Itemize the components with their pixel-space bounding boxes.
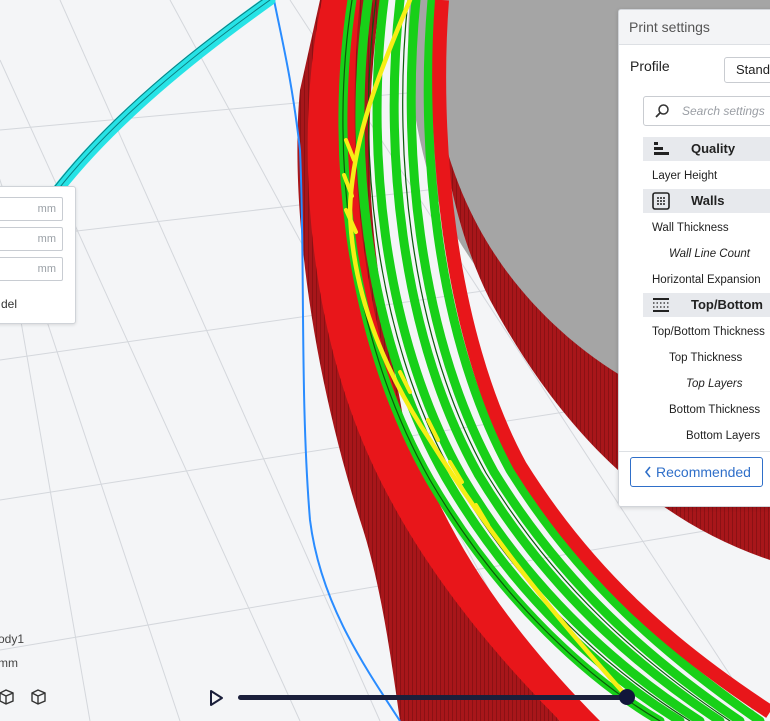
setting-top-layers[interactable]: Top Layers [643, 371, 770, 397]
cube-icon[interactable] [28, 686, 48, 706]
layer-slider-track[interactable] [238, 695, 628, 700]
settings-search-box[interactable] [643, 96, 770, 126]
category-label: Walls [691, 193, 725, 208]
category-label: Top/Bottom [691, 297, 763, 312]
z-position-field[interactable]: mm [0, 257, 63, 281]
play-icon[interactable] [206, 688, 226, 708]
search-input[interactable] [682, 101, 770, 121]
setting-wall-thickness[interactable]: Wall Thickness [643, 215, 770, 241]
setting-wall-line-count[interactable]: Wall Line Count [643, 241, 770, 267]
quality-icon [654, 142, 669, 155]
x-position-field[interactable]: mm [0, 197, 63, 221]
print-settings-panel: Print settings Profile Standa Quality La… [618, 9, 770, 507]
walls-icon [652, 192, 670, 210]
object-name: ody1 [0, 632, 25, 646]
y-position-field[interactable]: mm [0, 227, 63, 251]
settings-list: Quality Layer Height Walls Wall Thicknes… [643, 137, 770, 449]
category-top-bottom[interactable]: Top/Bottom [643, 293, 770, 317]
layer-slider-handle[interactable] [619, 689, 635, 705]
profile-dropdown[interactable]: Standa [724, 57, 770, 83]
x-unit-label: mm [37, 203, 56, 215]
profile-label: Profile [630, 58, 670, 74]
view-cube-icon[interactable] [0, 686, 16, 706]
setting-top-bottom-thickness[interactable]: Top/Bottom Thickness [643, 319, 770, 345]
category-label: Quality [691, 141, 736, 156]
top-bottom-icon [653, 298, 669, 312]
object-position-panel: mm mm mm del [0, 186, 76, 324]
recommended-button[interactable]: Recommended [630, 457, 763, 487]
panel-title[interactable]: Print settings [619, 10, 770, 45]
z-unit-label: mm [37, 263, 56, 275]
category-walls[interactable]: Walls [643, 189, 770, 213]
category-quality[interactable]: Quality [643, 137, 770, 161]
setting-layer-height[interactable]: Layer Height [643, 163, 770, 189]
search-icon [655, 104, 669, 118]
recommended-label: Recommended [656, 464, 751, 480]
setting-horizontal-expansion[interactable]: Horizontal Expansion [643, 267, 770, 293]
chevron-left-icon [643, 458, 653, 495]
panel-divider [619, 451, 770, 452]
y-unit-label: mm [37, 233, 56, 245]
setting-bottom-layers[interactable]: Bottom Layers [643, 423, 770, 449]
drop-to-plate-label[interactable]: del [1, 297, 17, 311]
setting-top-thickness[interactable]: Top Thickness [643, 345, 770, 371]
object-dimensions: mm [0, 656, 18, 670]
skirt-lines [44, 0, 276, 206]
setting-bottom-thickness[interactable]: Bottom Thickness [643, 397, 770, 423]
